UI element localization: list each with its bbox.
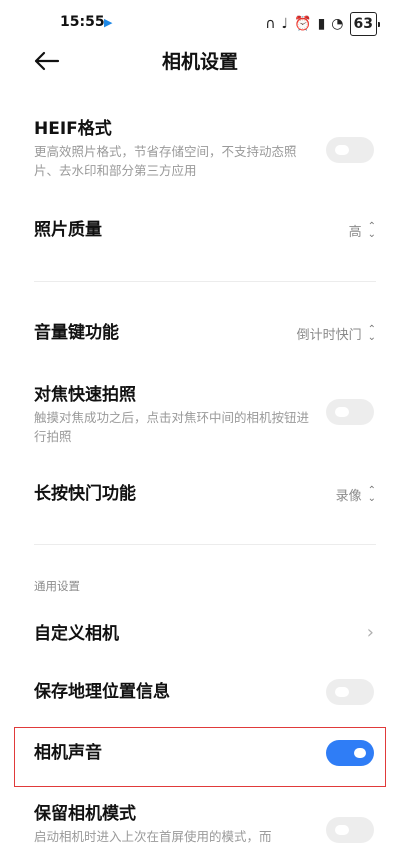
keep-mode-row[interactable]: 保留相机模式 启动相机时进入上次在首屏使用的模式，而: [34, 803, 376, 846]
headphones-icon: ∩: [265, 16, 276, 32]
long-press-value-text: 录像: [335, 489, 362, 504]
keep-mode-title: 保留相机模式: [34, 804, 136, 824]
heif-row[interactable]: HEIF格式 更高效照片格式，节省存储空间，不支持动态照片、去水印和部分第三方应…: [34, 118, 376, 180]
status-bar: 15:55 ▶ ∩ ♩ ⏰ ▮ ◔ 63: [0, 0, 400, 50]
play-store-icon: ▶: [104, 16, 113, 29]
quality-title: 照片质量: [34, 220, 102, 240]
updown-chevron-icon: ⌃ ⌄: [367, 220, 376, 240]
custom-camera-title: 自定义相机: [34, 624, 119, 644]
mute-icon: ♩: [281, 16, 289, 32]
status-time: 15:55: [60, 14, 105, 30]
heif-title: HEIF格式: [34, 119, 112, 139]
wifi-icon: ◔: [331, 16, 344, 32]
alarm-icon: ⏰: [294, 16, 312, 32]
keep-mode-toggle[interactable]: [326, 817, 374, 843]
section-header-general: 通用设置: [34, 579, 80, 593]
custom-camera-row[interactable]: 自定义相机 ›: [34, 622, 376, 647]
camera-sound-toggle[interactable]: [326, 740, 374, 766]
quality-row[interactable]: 照片质量 高 ⌃ ⌄: [34, 219, 376, 243]
save-location-row[interactable]: 保存地理位置信息: [34, 679, 376, 707]
keep-mode-desc: 启动相机时进入上次在首屏使用的模式，而: [34, 829, 272, 844]
heif-toggle[interactable]: [326, 137, 374, 163]
battery-level: 63: [349, 12, 377, 36]
focus-shoot-title: 对焦快速拍照: [34, 385, 136, 405]
focus-shoot-desc: 触摸对焦成功之后，点击对焦环中间的相机按钮进行拍照: [34, 410, 310, 444]
divider: [34, 544, 376, 545]
focus-shoot-toggle[interactable]: [326, 399, 374, 425]
divider: [34, 281, 376, 282]
long-press-row[interactable]: 长按快门功能 录像 ⌃ ⌄: [34, 483, 376, 507]
focus-shoot-row[interactable]: 对焦快速拍照 触摸对焦成功之后，点击对焦环中间的相机按钮进行拍照: [34, 384, 376, 446]
updown-chevron-icon: ⌃ ⌄: [367, 323, 376, 343]
volume-key-row[interactable]: 音量键功能 倒计时快门 ⌃ ⌄: [34, 322, 376, 346]
save-location-title: 保存地理位置信息: [34, 682, 170, 702]
quality-value: 高 ⌃ ⌄: [349, 221, 376, 240]
hd-signal-icon: ▮: [317, 16, 326, 32]
chevron-right-icon: ›: [366, 622, 374, 643]
long-press-title: 长按快门功能: [34, 484, 136, 504]
quality-value-text: 高: [348, 225, 362, 240]
camera-sound-row[interactable]: 相机声音: [34, 740, 376, 768]
long-press-value: 录像 ⌃ ⌄: [336, 485, 376, 504]
battery-icon: 63: [349, 12, 380, 36]
updown-chevron-icon: ⌃ ⌄: [367, 484, 376, 504]
save-location-toggle[interactable]: [326, 679, 374, 705]
status-icons: ∩ ♩ ⏰ ▮ ◔ 63: [265, 12, 380, 36]
page-title: 相机设置: [161, 51, 238, 73]
nav-bar: 相机设置: [0, 50, 400, 76]
camera-sound-title: 相机声音: [34, 743, 102, 763]
volume-key-value: 倒计时快门 ⌃ ⌄: [297, 324, 376, 343]
heif-desc: 更高效照片格式，节省存储空间，不支持动态照片、去水印和部分第三方应用: [34, 144, 297, 178]
volume-key-value-text: 倒计时快门: [296, 328, 362, 343]
